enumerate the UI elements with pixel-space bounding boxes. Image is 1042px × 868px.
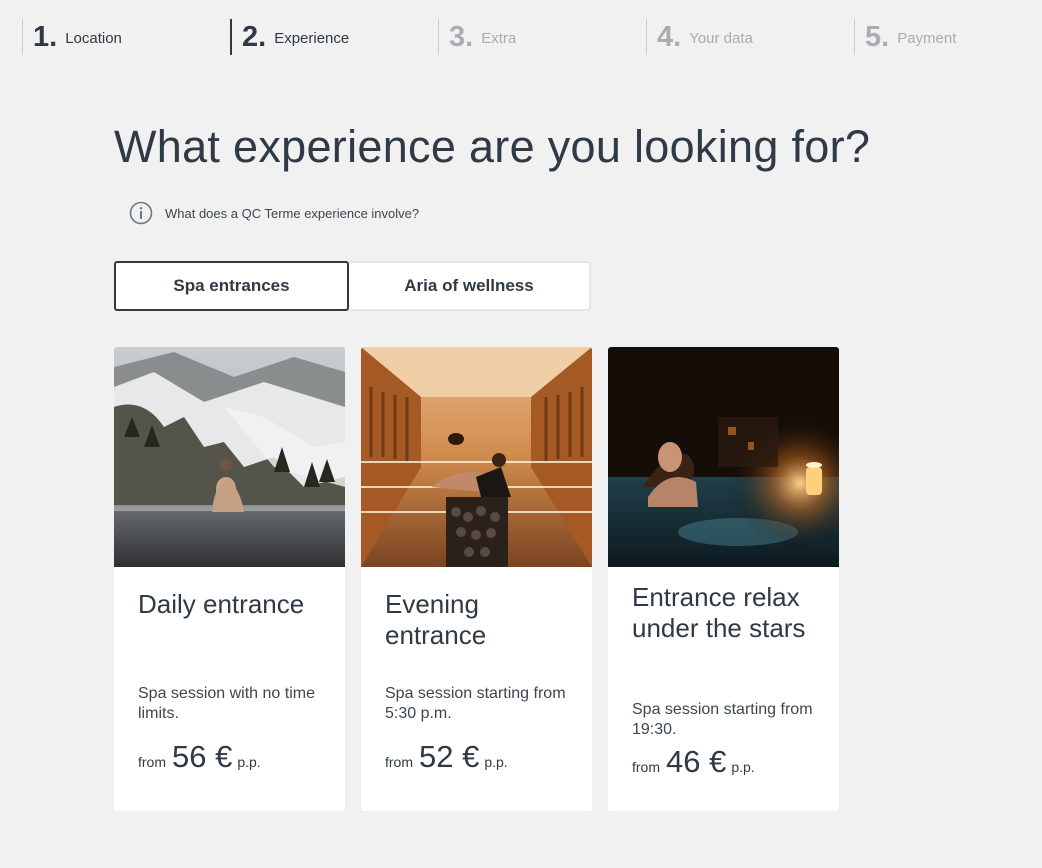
info-link-text: What does a QC Terme experience involve? — [165, 205, 420, 221]
experience-tabs: Spa entrances Aria of wellness — [114, 261, 591, 311]
step-number: 4. — [657, 20, 682, 53]
experience-cards: Daily entrance Spa session with no time … — [114, 347, 855, 811]
card-price: from 52 € p.p. — [385, 739, 508, 775]
price-per-person: p.p. — [237, 754, 261, 770]
card-title: Evening entrance — [385, 589, 487, 650]
progress-stepper: 1. Location 2. Experience 3. Extra 4. Yo… — [22, 19, 1042, 57]
info-icon — [129, 201, 153, 225]
card-title: Entrance relax under the stars — [632, 582, 806, 643]
step-label: Your data — [689, 29, 753, 47]
step-your-data[interactable]: 4. Your data — [646, 19, 753, 55]
step-label: Experience — [274, 29, 350, 47]
step-location[interactable]: 1. Location — [22, 19, 122, 55]
step-extra[interactable]: 3. Extra — [438, 19, 516, 55]
tab-spa-entrances[interactable]: Spa entrances — [114, 261, 349, 311]
step-label: Payment — [897, 29, 957, 47]
step-number: 3. — [449, 20, 474, 53]
experience-info-link[interactable]: What does a QC Terme experience involve? — [129, 201, 419, 225]
price-from-label: from — [138, 754, 166, 770]
card-title: Daily entrance — [138, 589, 305, 619]
card-image — [114, 347, 345, 567]
step-payment[interactable]: 5. Payment — [854, 19, 956, 55]
price-amount: 46 € — [666, 744, 727, 779]
card-price: from 46 € p.p. — [632, 744, 755, 780]
price-amount: 56 € — [172, 739, 233, 774]
card-description: Spa session with no time limits. — [138, 685, 315, 722]
price-from-label: from — [385, 754, 413, 770]
step-label: Extra — [481, 29, 517, 47]
tab-aria-of-wellness[interactable]: Aria of wellness — [349, 261, 591, 311]
price-per-person: p.p. — [731, 759, 755, 775]
step-label: Location — [65, 29, 122, 47]
card-price: from 56 € p.p. — [138, 739, 261, 775]
step-number: 2. — [242, 20, 267, 53]
page-title: What experience are you looking for? — [114, 121, 871, 172]
price-amount: 52 € — [419, 739, 480, 774]
experience-card-relax-under-the-stars[interactable]: Entrance relax under the stars Spa sessi… — [608, 347, 839, 811]
experience-card-daily-entrance[interactable]: Daily entrance Spa session with no time … — [114, 347, 345, 811]
step-number: 5. — [865, 20, 890, 53]
card-description: Spa session starting from 19:30. — [632, 701, 813, 738]
step-experience[interactable]: 2. Experience — [230, 19, 349, 55]
step-number: 1. — [33, 20, 58, 53]
experience-card-evening-entrance[interactable]: Evening entrance Spa session starting fr… — [361, 347, 592, 811]
card-image — [608, 347, 839, 567]
card-description: Spa session starting from 5:30 p.m. — [385, 685, 566, 722]
price-from-label: from — [632, 759, 660, 775]
price-per-person: p.p. — [484, 754, 508, 770]
card-image — [361, 347, 592, 567]
